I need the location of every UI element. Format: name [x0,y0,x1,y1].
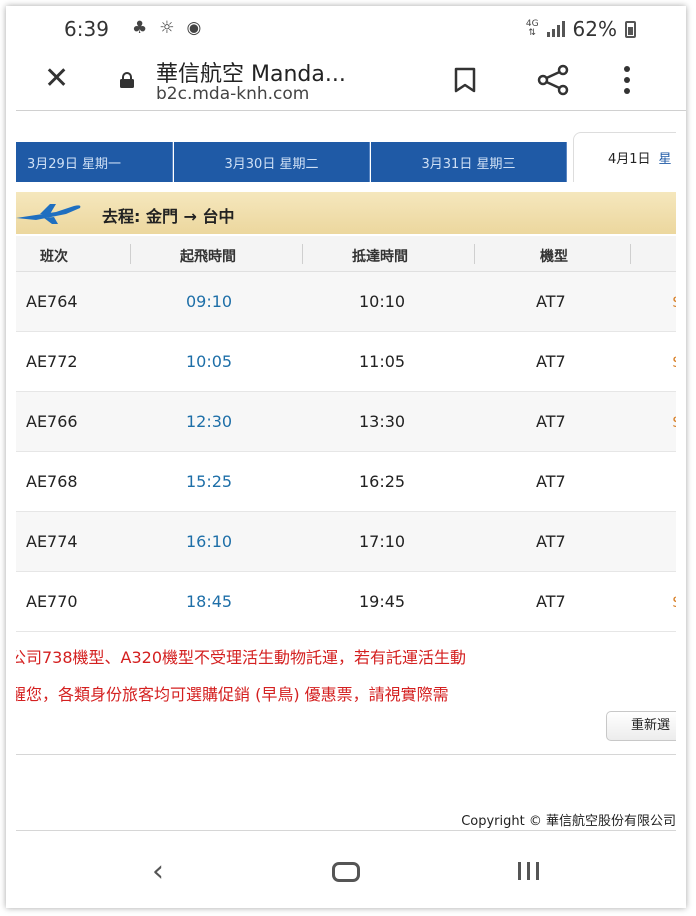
signal-icon [546,21,565,37]
reselect-button[interactable]: 重新選 [606,711,676,741]
table-row[interactable]: AE774 16:10 17:10 AT7 [16,512,676,572]
tab-date-label: 3月29日 [27,156,78,172]
arrival-time: 16:25 [359,472,406,491]
aircraft-type: AT7 [536,532,566,551]
departure-time: 12:30 [186,412,233,431]
notice-promo: 醒您，各類身份旅客均可選購促銷 (早鳥) 優惠票，請視實際需 [16,685,449,704]
flight-number: AE772 [26,352,78,371]
header-aircraft: 機型 [540,249,568,265]
weather-icon: ☼ [159,18,175,38]
flight-table-header: 班次 起飛時間 抵達時間 機型 [16,236,676,272]
toolbar-divider [16,110,686,111]
back-icon[interactable]: ‹ [152,854,164,889]
header-arrival: 抵達時間 [352,249,408,265]
notification-icons: ♣ ☼ ◉ [132,18,201,38]
close-icon[interactable]: ✕ [44,64,69,94]
footer-divider [16,830,676,831]
departure-time: 18:45 [186,592,233,611]
tab-date-0401[interactable]: 4月1日星 [573,132,676,182]
route-header: 去程: 金門 → 台中 [16,192,676,234]
flight-number: AE774 [26,532,78,551]
flight-number: AE766 [26,412,78,431]
table-row[interactable]: AE768 15:25 16:25 AT7 [16,452,676,512]
network-type: 4G ⇅ [526,20,539,38]
table-row[interactable]: AE770 18:45 19:45 AT7 $ [16,572,676,632]
aircraft-type: AT7 [536,292,566,311]
departure-time: 16:10 [186,532,233,551]
tab-weekday-label: 星 [658,152,672,167]
battery-icon [625,20,636,38]
tab-date-label: 3月31日 [421,156,473,172]
copyright-text: Copyright © 華信航空股份有限公司 [461,814,676,829]
tab-weekday-label: 星期一 [81,156,121,172]
table-row[interactable]: AE764 09:10 10:10 AT7 $ [16,272,676,332]
status-time: 6:39 [64,17,109,41]
tab-date-0329[interactable]: 3月29日 星期一 [16,142,173,182]
notice-pets: 公司738機型、A320機型不受理活生動物託運，若有託運活生動 [16,648,467,667]
aircraft-type: AT7 [536,472,566,491]
route-label: 去程: 金門 → 台中 [102,207,235,226]
fare-price[interactable]: $ [672,412,676,431]
chrome-icon: ◉ [186,18,202,38]
fare-price[interactable]: $ [672,292,676,311]
phone-frame: 6:39 ♣ ☼ ◉ 4G ⇅ 62% ✕ 華信航空 Manda... b2c.… [6,6,686,908]
fare-price[interactable]: $ [672,592,676,611]
page-url: b2c.mda-knh.com [156,84,310,104]
home-icon[interactable] [332,862,360,882]
tab-date-label: 3月30日 [224,156,276,172]
recent-apps-icon[interactable] [518,862,539,880]
tab-date-label: 4月1日 [608,152,651,167]
header-flight: 班次 [40,249,68,265]
web-content[interactable]: 3月29日 星期一 3月30日 星期二 3月31日 星期三 4月1日星 去程: … [16,114,676,834]
more-options-icon[interactable] [622,64,632,96]
flight-number: AE768 [26,472,78,491]
arrival-time: 10:10 [359,292,406,311]
departure-time: 09:10 [186,292,233,311]
departure-time: 10:05 [186,352,233,371]
flight-list: AE764 09:10 10:10 AT7 $ AE772 10:05 11:0… [16,272,676,632]
departure-time: 15:25 [186,472,233,491]
flight-number: AE764 [26,292,78,311]
arrival-time: 13:30 [359,412,406,431]
date-tabs: 3月29日 星期一 3月30日 星期二 3月31日 星期三 4月1日星 [16,132,676,182]
data-arrows-icon: ⇅ [528,28,536,38]
battery-percent: 62% [572,17,617,41]
tab-date-0331[interactable]: 3月31日 星期三 [371,142,567,182]
header-separator [474,244,475,264]
tab-weekday-label: 星期二 [279,156,319,172]
fare-price[interactable]: $ [672,352,676,371]
status-right: 4G ⇅ 62% [526,17,636,41]
aircraft-type: AT7 [536,592,566,611]
bookmark-icon[interactable] [452,66,478,94]
header-departure: 起飛時間 [180,249,236,265]
aircraft-type: AT7 [536,412,566,431]
arrival-time: 19:45 [359,592,406,611]
status-bar: 6:39 ♣ ☼ ◉ 4G ⇅ 62% [6,6,686,50]
flight-number: AE770 [26,592,78,611]
share-icon[interactable] [536,64,570,96]
system-nav-bar: ‹ [6,836,686,908]
arrival-time: 17:10 [359,532,406,551]
header-separator [630,244,631,264]
notification-user-icon: ♣ [132,18,148,38]
arrival-time: 11:05 [359,352,406,371]
lock-icon [120,72,134,88]
header-separator [302,244,303,264]
tab-date-0330[interactable]: 3月30日 星期二 [174,142,370,182]
content-divider [16,754,676,755]
browser-toolbar: ✕ 華信航空 Manda... b2c.mda-knh.com [6,50,686,112]
aircraft-type: AT7 [536,352,566,371]
header-separator [130,244,131,264]
table-row[interactable]: AE766 12:30 13:30 AT7 $ [16,392,676,452]
airplane-icon [16,204,81,224]
tab-weekday-label: 星期三 [476,156,516,172]
table-row[interactable]: AE772 10:05 11:05 AT7 $ [16,332,676,392]
